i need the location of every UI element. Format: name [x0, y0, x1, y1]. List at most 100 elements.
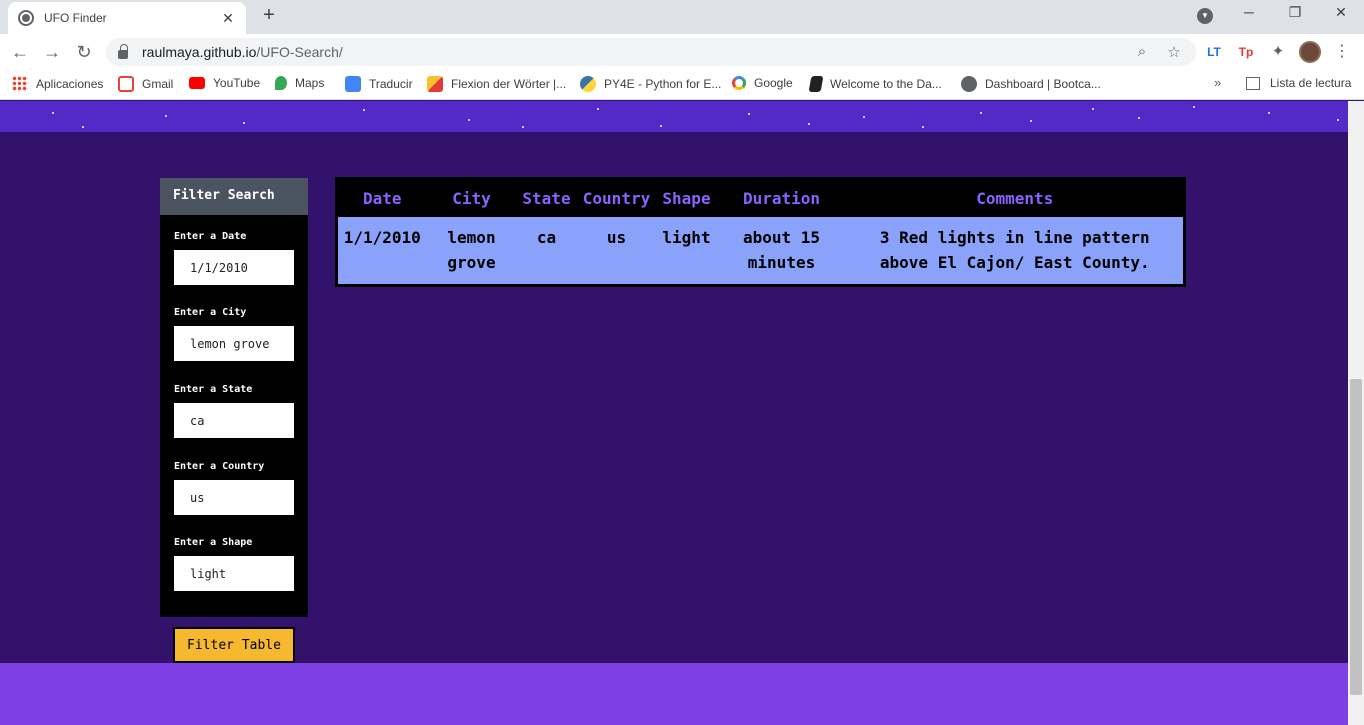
column-header-duration: Duration [716, 178, 847, 217]
bookmark-google[interactable]: Google [732, 76, 793, 90]
profile-avatar[interactable] [1299, 41, 1321, 63]
google-icon [732, 76, 746, 90]
apps-grid-icon [12, 76, 28, 92]
bookmark-gmail[interactable]: Gmail [118, 76, 173, 92]
bookmark-dashboard[interactable]: Dashboard | Bootca... [961, 76, 1101, 92]
page-scrollbar[interactable] [1348, 101, 1364, 725]
state-label: Enter a State [174, 384, 253, 395]
star-decoration [922, 126, 924, 128]
star-decoration [660, 125, 662, 127]
url-host: raulmaya.github.io [142, 44, 257, 60]
star-decoration [522, 126, 524, 128]
extensions-puzzle-icon[interactable]: ✦ [1268, 42, 1288, 62]
bookmark-star-icon[interactable]: ☆ [1164, 43, 1184, 61]
zoom-icon[interactable]: ⌕ [1132, 43, 1152, 60]
globe-icon [961, 76, 977, 92]
bookmark-maps[interactable]: Maps [275, 76, 324, 90]
city-input[interactable] [174, 326, 294, 361]
lock-icon [118, 43, 128, 59]
table-row: 1/1/2010 lemon grove ca us light about 1… [336, 216, 1185, 285]
star-decoration [808, 123, 810, 125]
bookmark-label: PY4E - Python for E... [604, 77, 722, 91]
minimize-icon[interactable]: ─ [1234, 4, 1264, 20]
star-decoration [1030, 120, 1032, 122]
bookmark-label: Flexion der Wörter |... [451, 77, 567, 91]
bookmark-youtube[interactable]: YouTube [189, 76, 260, 90]
date-input[interactable] [174, 250, 294, 285]
shape-field: Enter a Shape [174, 536, 294, 591]
flexion-icon [427, 76, 443, 92]
browser-tab-strip: UFO Finder ✕ + ▼ ─ ❐ ✕ [0, 0, 1364, 34]
column-header-state: State [516, 178, 577, 217]
bookmarks-overflow-icon[interactable]: » [1214, 75, 1221, 90]
star-decoration [165, 115, 167, 117]
cell-city: lemon grove [426, 216, 517, 285]
star-decoration [1337, 119, 1339, 121]
bookmark-label: Gmail [142, 77, 174, 91]
tp-extension-icon[interactable]: Tp [1236, 42, 1256, 62]
back-icon[interactable]: ← [8, 40, 32, 64]
filter-table-button[interactable]: Filter Table [173, 627, 295, 663]
star-decoration [243, 122, 245, 124]
browser-tab[interactable]: UFO Finder ✕ [8, 2, 246, 34]
star-decoration [82, 126, 84, 128]
table-header-row: Date City State Country Shape Duration C… [336, 178, 1185, 217]
globe-favicon-icon [18, 10, 34, 26]
column-header-city: City [426, 178, 517, 217]
tab-title: UFO Finder [44, 11, 107, 25]
star-decoration [1193, 106, 1195, 108]
column-header-shape: Shape [656, 178, 717, 217]
browser-menu-icon[interactable]: ⋮ [1334, 41, 1350, 61]
shape-input[interactable] [174, 556, 294, 591]
bookmark-py4e[interactable]: PY4E - Python for E... [580, 76, 721, 92]
star-decoration [52, 112, 54, 114]
book-icon [808, 76, 824, 92]
bookmark-label: Aplicaciones [36, 77, 104, 91]
cell-state: ca [516, 216, 577, 285]
country-input[interactable] [174, 480, 294, 515]
date-label: Enter a Date [174, 231, 247, 242]
bookmark-traducir[interactable]: Traducir [345, 76, 413, 92]
star-decoration [1092, 108, 1094, 110]
state-field: Enter a State [174, 383, 294, 438]
column-header-comments: Comments [846, 178, 1185, 217]
reading-list-icon [1246, 76, 1260, 90]
new-tab-button[interactable]: + [258, 4, 280, 26]
restore-icon[interactable]: ❐ [1280, 4, 1310, 21]
page-viewport: Filter Search Enter a Date Enter a City … [0, 101, 1348, 725]
star-decoration [363, 109, 365, 111]
bookmark-flexion[interactable]: Flexion der Wörter |... [427, 76, 566, 92]
star-decoration [1268, 112, 1270, 114]
address-bar[interactable]: raulmaya.github.io/UFO-Search/ ⌕ ☆ [106, 38, 1196, 66]
maps-icon [275, 76, 287, 90]
gmail-icon [118, 76, 134, 92]
reload-icon[interactable]: ↻ [72, 40, 96, 64]
country-label: Enter a Country [174, 461, 265, 472]
bookmark-welcome[interactable]: Welcome to the Da... [808, 76, 942, 92]
bookmark-label: Maps [295, 76, 325, 90]
forward-icon[interactable]: → [40, 40, 64, 64]
bookmark-apps[interactable]: Aplicaciones [12, 76, 103, 92]
column-header-country: Country [576, 178, 657, 217]
star-decoration [597, 108, 599, 110]
country-field: Enter a Country [174, 460, 294, 515]
date-field: Enter a Date [174, 230, 294, 285]
close-window-icon[interactable]: ✕ [1326, 4, 1356, 21]
cell-country: us [576, 216, 657, 285]
page-footer [0, 663, 1348, 725]
star-decoration [468, 119, 470, 121]
reading-list-label: Lista de lectura [1270, 76, 1352, 90]
city-field: Enter a City [174, 306, 294, 361]
scrollbar-thumb[interactable] [1350, 379, 1362, 695]
bookmark-label: Welcome to the Da... [830, 77, 942, 91]
bookmark-label: Dashboard | Bootca... [985, 77, 1101, 91]
star-decoration [1138, 117, 1140, 119]
languagetool-extension-icon[interactable]: LT [1204, 42, 1224, 62]
url-path: /UFO-Search/ [256, 44, 343, 60]
bookmark-label: Traducir [369, 77, 413, 91]
reading-list-button[interactable]: Lista de lectura [1246, 76, 1351, 90]
state-input[interactable] [174, 403, 294, 438]
bookmark-label: Google [754, 76, 793, 90]
tab-search-icon[interactable]: ▼ [1197, 8, 1213, 24]
tab-close-icon[interactable]: ✕ [220, 10, 236, 27]
